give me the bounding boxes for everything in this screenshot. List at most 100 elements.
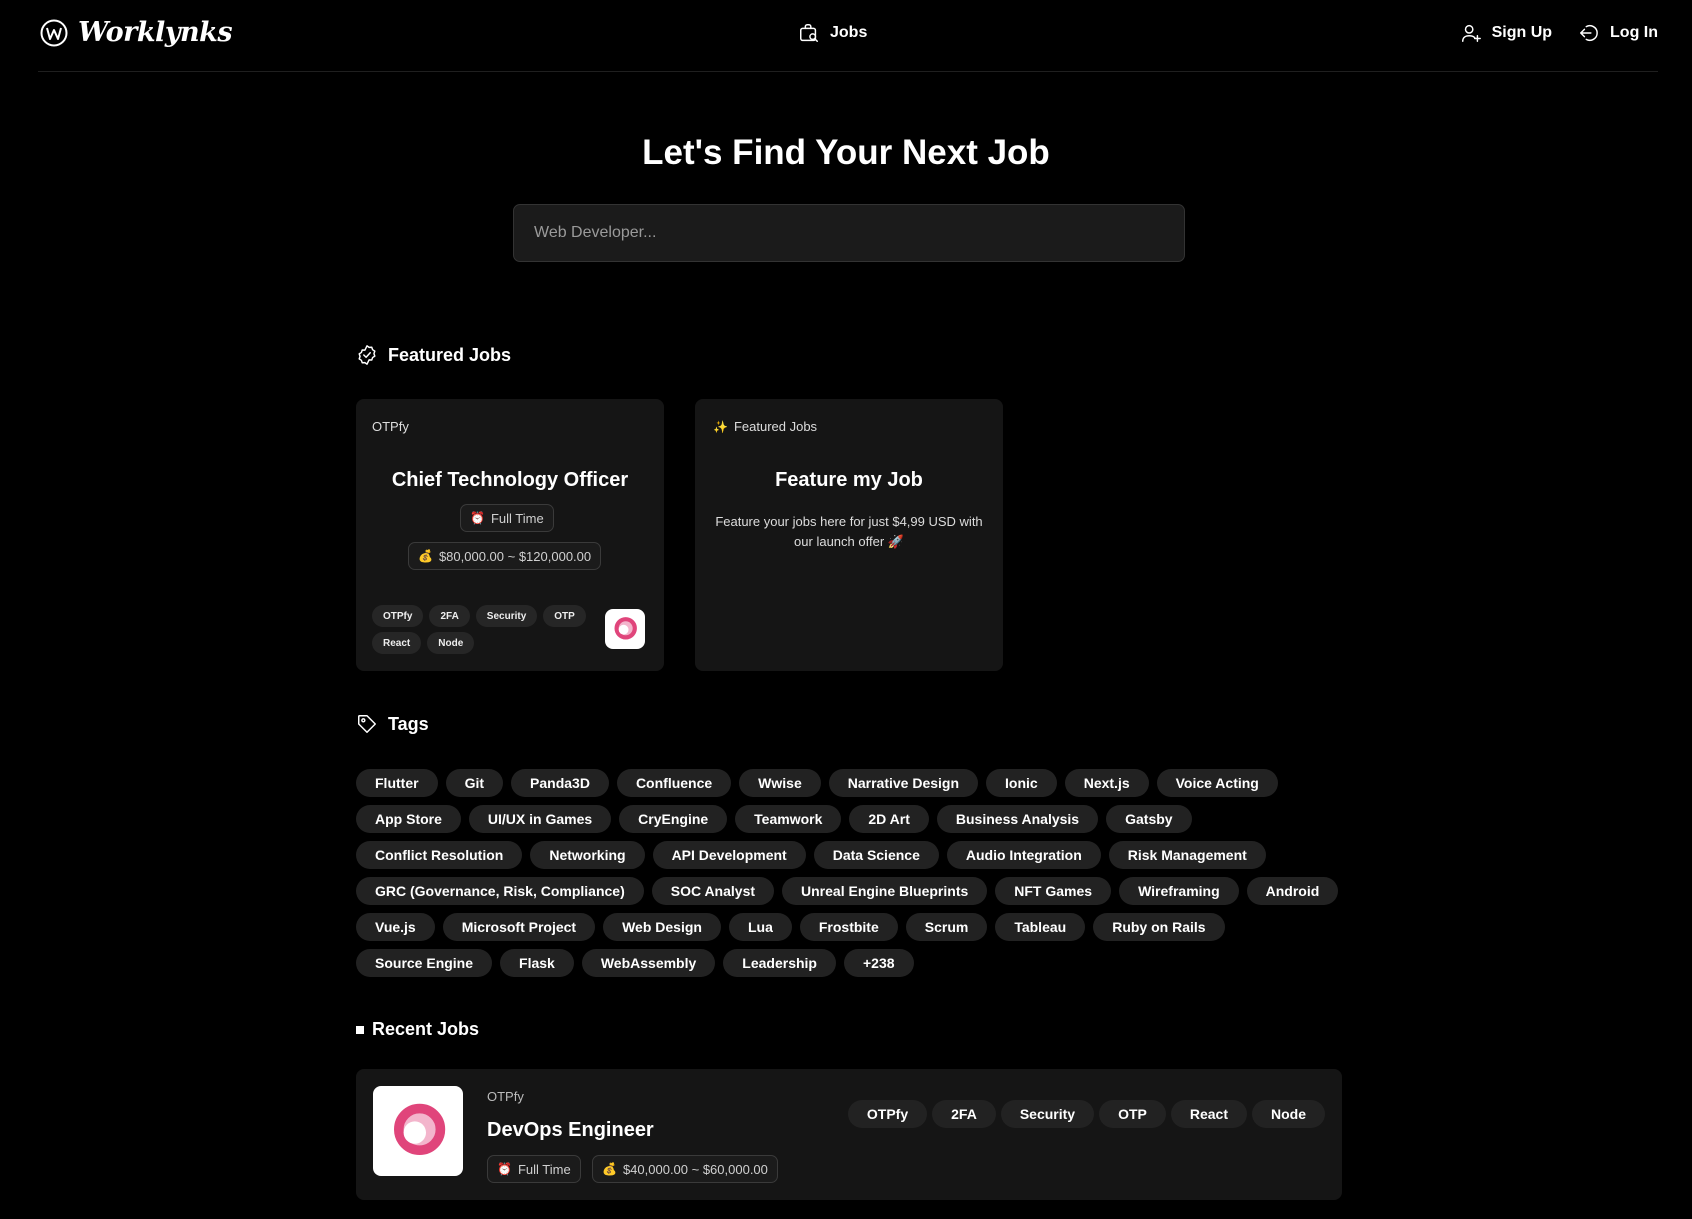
recent-jobs-title: Recent Jobs bbox=[372, 1019, 480, 1039]
alarm-clock-icon: ⏰ bbox=[470, 511, 485, 525]
tag-chip[interactable]: Tableau bbox=[995, 913, 1086, 941]
sign-up-link[interactable]: Sign Up bbox=[1460, 22, 1552, 44]
tag-chip[interactable]: CryEngine bbox=[619, 805, 728, 833]
job-salary-badge: 💰 $40,000.00 ~ $60,000.00 bbox=[592, 1155, 778, 1183]
log-in-label: Log In bbox=[1610, 24, 1658, 41]
tag-chip[interactable]: Android bbox=[1246, 877, 1339, 905]
job-tag[interactable]: Node bbox=[1252, 1100, 1325, 1128]
tag-chip[interactable]: Lua bbox=[728, 913, 792, 941]
tag-chip[interactable]: Wwise bbox=[739, 769, 821, 797]
promo-header-label: Featured Jobs bbox=[733, 419, 818, 434]
nav-jobs-link[interactable]: Jobs bbox=[798, 22, 867, 44]
tag-chip[interactable]: API Development bbox=[652, 841, 806, 869]
featured-jobs-title: Featured Jobs bbox=[388, 344, 512, 365]
tag-chip[interactable]: Wireframing bbox=[1119, 877, 1239, 905]
tag-chip[interactable]: Ruby on Rails bbox=[1093, 913, 1225, 941]
job-tag[interactable]: Security bbox=[1000, 1100, 1095, 1128]
tag-chip[interactable]: Scrum bbox=[905, 913, 988, 941]
otpfy-logo-icon bbox=[394, 1103, 446, 1155]
tag-chip[interactable]: 2D Art bbox=[849, 805, 929, 833]
job-tag[interactable]: Node bbox=[427, 632, 475, 654]
job-salary-label: $80,000.00 ~ $120,000.00 bbox=[438, 548, 592, 564]
recent-job-card[interactable]: OTPfy DevOps Engineer ⏰ Full Time 💰 $40,… bbox=[356, 1069, 1342, 1200]
job-search-input[interactable] bbox=[513, 204, 1185, 262]
promo-title: Feature my Job bbox=[775, 469, 923, 491]
sparkles-icon: ✨ bbox=[713, 419, 728, 434]
tag-chip[interactable]: Business Analysis bbox=[936, 805, 1099, 833]
tag-chip[interactable]: Ionic bbox=[986, 769, 1057, 797]
money-bag-icon: 💰 bbox=[602, 1162, 617, 1176]
tag-chip[interactable]: Gatsby bbox=[1106, 805, 1192, 833]
tag-chip[interactable]: Frostbite bbox=[799, 913, 898, 941]
job-tag[interactable]: Security bbox=[475, 605, 538, 627]
tag-chip[interactable]: GRC (Governance, Risk, Compliance) bbox=[356, 877, 644, 905]
log-in-link[interactable]: Log In bbox=[1578, 22, 1658, 44]
job-type-badge: ⏰ Full Time bbox=[460, 504, 554, 532]
job-salary-label: $40,000.00 ~ $60,000.00 bbox=[622, 1161, 768, 1177]
featured-jobs-heading: Featured Jobs bbox=[356, 344, 511, 366]
tag-chip[interactable]: WebAssembly bbox=[581, 949, 716, 977]
recent-jobs-heading: Recent Jobs bbox=[356, 1019, 479, 1040]
tag-chip[interactable]: Voice Acting bbox=[1156, 769, 1278, 797]
nav-jobs-label: Jobs bbox=[830, 24, 868, 41]
tag-chip[interactable]: Networking bbox=[530, 841, 645, 869]
job-type-label: Full Time bbox=[517, 1161, 571, 1177]
job-tags: OTPfy 2FA Security OTP React Node bbox=[847, 1100, 1325, 1128]
job-type-label: Full Time bbox=[490, 510, 544, 526]
promo-header: ✨ Featured Jobs bbox=[713, 419, 817, 434]
tag-chip[interactable]: Flutter bbox=[356, 769, 438, 797]
job-company: OTPfy bbox=[372, 419, 409, 434]
user-plus-icon bbox=[1460, 22, 1482, 44]
job-tag[interactable]: OTP bbox=[1099, 1100, 1166, 1128]
job-tag[interactable]: OTP bbox=[543, 605, 586, 627]
job-title[interactable]: Chief Technology Officer bbox=[356, 469, 664, 492]
tag-chip[interactable]: Audio Integration bbox=[946, 841, 1101, 869]
tag-chip[interactable]: Web Design bbox=[603, 913, 721, 941]
tag-chip[interactable]: Risk Management bbox=[1108, 841, 1266, 869]
badge-check-icon bbox=[356, 344, 378, 366]
briefcase-search-icon bbox=[798, 22, 820, 44]
tags-title: Tags bbox=[388, 713, 429, 734]
job-tag[interactable]: 2FA bbox=[429, 605, 470, 627]
tag-chip[interactable]: Panda3D bbox=[511, 769, 609, 797]
brand-logo[interactable]: Worklynks bbox=[40, 17, 233, 48]
tag-chip[interactable]: Next.js bbox=[1064, 769, 1149, 797]
job-title[interactable]: DevOps Engineer bbox=[487, 1119, 654, 1142]
otpfy-logo-icon bbox=[614, 617, 637, 640]
job-tag[interactable]: React bbox=[1170, 1100, 1247, 1128]
tag-chip[interactable]: Git bbox=[445, 769, 504, 797]
tag-chip[interactable]: Narrative Design bbox=[828, 769, 979, 797]
job-tag[interactable]: OTPfy bbox=[847, 1100, 928, 1128]
more-tags-button[interactable]: +238 bbox=[844, 949, 914, 977]
tag-chip[interactable]: Confluence bbox=[616, 769, 732, 797]
job-type-badge: ⏰ Full Time bbox=[487, 1155, 581, 1183]
tag-chip[interactable]: App Store bbox=[356, 805, 461, 833]
hero-title: Let's Find Your Next Job bbox=[642, 133, 1050, 172]
job-tag[interactable]: 2FA bbox=[932, 1100, 996, 1128]
job-salary-badge: 💰 $80,000.00 ~ $120,000.00 bbox=[408, 542, 602, 570]
tag-chip[interactable]: SOC Analyst bbox=[651, 877, 775, 905]
tag-cloud: Flutter Git Panda3D Confluence Wwise Narrativ… bbox=[356, 769, 1346, 977]
square-bullet-icon bbox=[356, 1025, 364, 1034]
feature-my-job-card[interactable]: ✨ Featured Jobs Feature my Job Feature y… bbox=[695, 399, 1003, 671]
job-tag[interactable]: React bbox=[372, 632, 422, 654]
tag-chip[interactable]: Teamwork bbox=[735, 805, 842, 833]
tag-chip[interactable]: Conflict Resolution bbox=[356, 841, 523, 869]
job-tag[interactable]: OTPfy bbox=[372, 605, 424, 627]
tag-chip[interactable]: Leadership bbox=[723, 949, 836, 977]
tag-chip[interactable]: Microsoft Project bbox=[442, 913, 596, 941]
company-logo bbox=[373, 1086, 463, 1176]
tag-chip[interactable]: NFT Games bbox=[995, 877, 1112, 905]
sign-up-label: Sign Up bbox=[1491, 24, 1553, 41]
tag-chip[interactable]: Data Science bbox=[813, 841, 939, 869]
job-company: OTPfy bbox=[487, 1089, 524, 1104]
money-bag-icon: 💰 bbox=[418, 549, 433, 563]
promo-description: Feature your jobs here for just $4,99 US… bbox=[715, 514, 983, 549]
tag-chip[interactable]: Source Engine bbox=[356, 949, 493, 977]
tags-heading: Tags bbox=[356, 713, 429, 735]
tag-chip[interactable]: UI/UX in Games bbox=[468, 805, 612, 833]
tag-chip[interactable]: Unreal Engine Blueprints bbox=[782, 877, 988, 905]
tag-chip[interactable]: Flask bbox=[500, 949, 574, 977]
featured-job-card[interactable]: OTPfy Chief Technology Officer ⏰ Full Ti… bbox=[356, 399, 664, 671]
tag-chip[interactable]: Vue.js bbox=[356, 913, 435, 941]
